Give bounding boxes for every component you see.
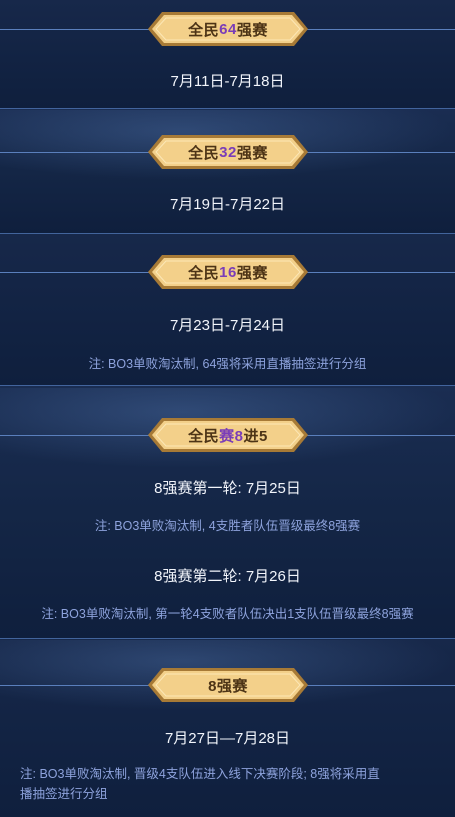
stage-badge-label: 全民 64 强赛	[188, 20, 268, 39]
divider	[0, 108, 455, 109]
stage-badge-64: 全民 64 强赛	[148, 9, 308, 49]
round-date: 8强赛第二轮: 7月26日	[154, 568, 301, 585]
stage-date: 7月19日-7月22日	[169, 196, 286, 213]
stage-badge-label: 全民 32 强赛	[188, 143, 268, 162]
stage-note-line: 播抽签进行分组	[20, 787, 108, 801]
stage-badge-label: 全民 16 强赛	[188, 263, 268, 282]
stage-badge-label: 8强赛	[208, 677, 248, 695]
stage-badge-label: 全民 赛8 进5	[188, 427, 268, 445]
stage-note: 注: BO3单败淘汰制, 4支胜者队伍晋级最终8强赛	[94, 519, 361, 533]
stage-note-line: 注: BO3单败淘汰制, 晋级4支队伍进入线下决赛阶段; 8强将采用直	[20, 767, 380, 781]
stage-date: 7月11日-7月18日	[170, 73, 285, 90]
schedule-page: 全民 64 强赛 7月11日-7月18日 全民 32 强赛 7月19日-7月22日 全民…	[0, 0, 455, 817]
stage-badge-8to5: 全民 赛8 进5	[148, 415, 308, 455]
round-date: 8强赛第一轮: 7月25日	[154, 480, 301, 497]
stage-note: 注: BO3单败淘汰制, 晋级4支队伍进入线下决赛阶段; 8强将采用直 播抽签进…	[20, 764, 445, 804]
divider	[0, 233, 455, 234]
stage-date: 7月23日-7月24日	[169, 317, 286, 334]
stage-note: 注: BO3单败淘汰制, 64强将采用直播抽签进行分组	[88, 357, 367, 371]
stage-date: 7月27日—7月28日	[164, 730, 291, 747]
stage-badge-32: 全民 32 强赛	[148, 132, 308, 172]
divider	[0, 638, 455, 639]
divider	[0, 385, 455, 386]
stage-badge-16: 全民 16 强赛	[148, 252, 308, 292]
stage-note: 注: BO3单败淘汰制, 第一轮4支败者队伍决出1支队伍晋级最终8强赛	[41, 607, 414, 621]
stage-badge-final8: 8强赛	[148, 665, 308, 705]
